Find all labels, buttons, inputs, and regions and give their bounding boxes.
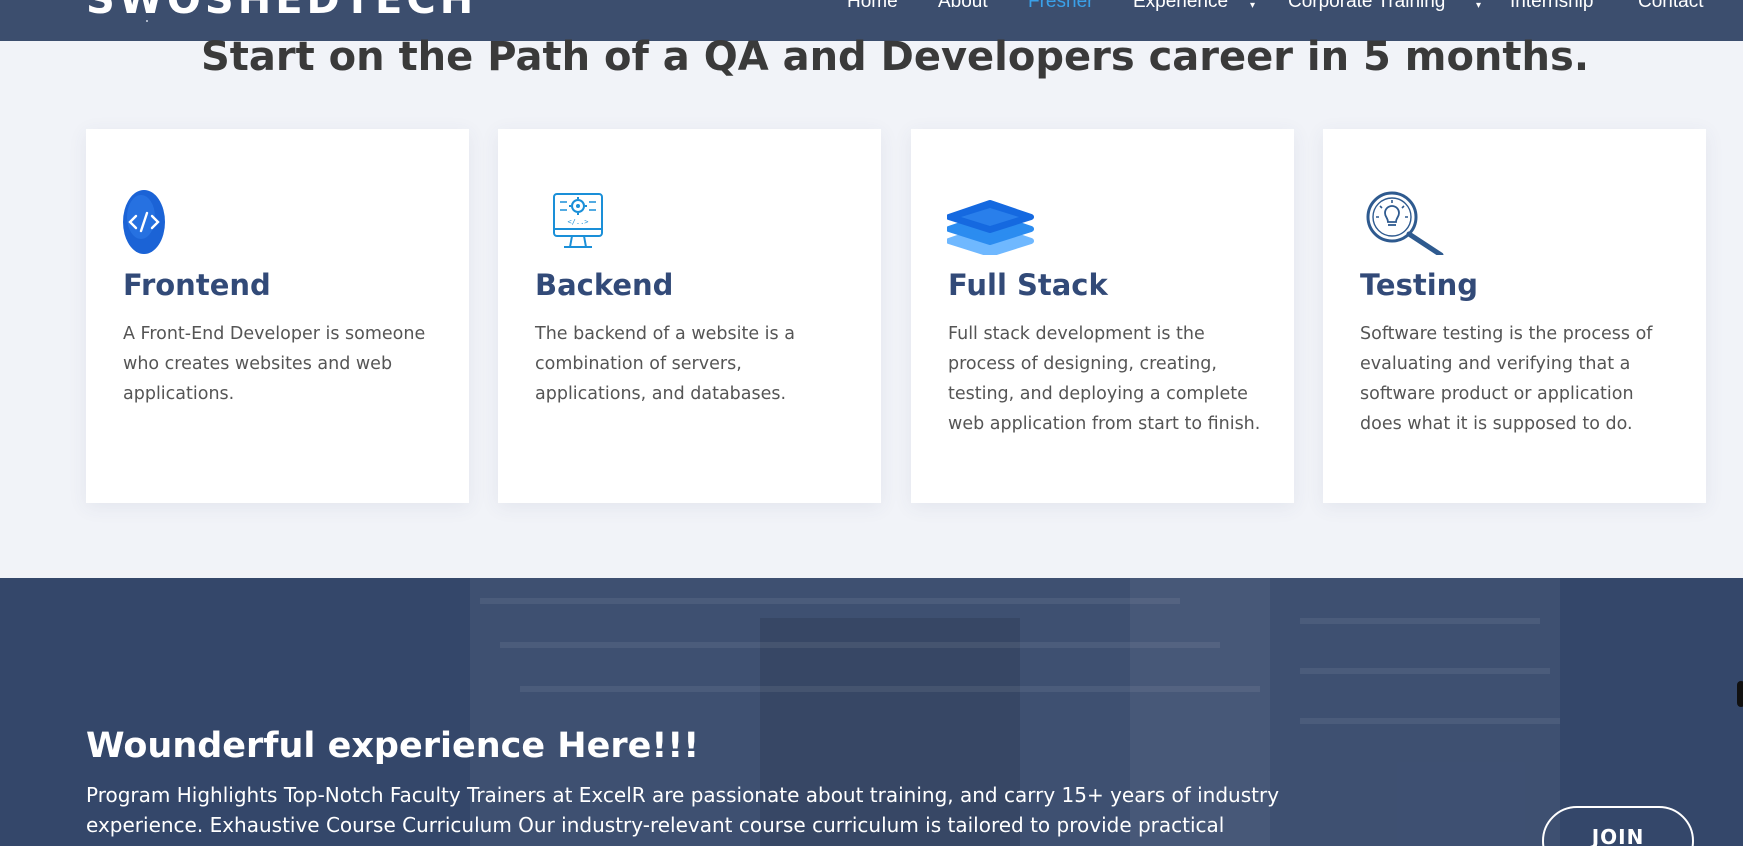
nav-item-fresher[interactable]: Fresher bbox=[1028, 0, 1093, 11]
site-logo[interactable]: SWOSHEDTECH bbox=[86, 0, 477, 20]
building-balcony-line bbox=[500, 642, 1220, 648]
card-title: Testing bbox=[1360, 268, 1479, 302]
card-description: Software testing is the process of evalu… bbox=[1360, 324, 1653, 434]
nav-item-internship[interactable]: Internship bbox=[1510, 0, 1593, 11]
card-title: Frontend bbox=[123, 268, 271, 302]
code-icon bbox=[122, 189, 212, 255]
card-description: The backend of a website is a combinatio… bbox=[535, 324, 795, 404]
course-card-frontend[interactable]: Frontend A Front-End Developer is someon… bbox=[86, 129, 469, 503]
join-button[interactable]: JOIN bbox=[1542, 806, 1694, 846]
chevron-down-icon[interactable]: ▾ bbox=[1476, 0, 1481, 11]
card-description: A Front-End Developer is someone who cre… bbox=[123, 324, 426, 404]
experience-banner: Wounderful experience Here!!! Program Hi… bbox=[0, 578, 1743, 846]
card-title: Backend bbox=[535, 268, 674, 302]
course-card-backend[interactable]: </..> Backend The backend of a website i… bbox=[498, 129, 881, 503]
svg-text:</..>: </..> bbox=[567, 218, 588, 226]
building-balcony-line bbox=[1300, 718, 1560, 724]
monitor-gear-icon: </..> bbox=[534, 189, 624, 255]
side-scroll-tab[interactable] bbox=[1737, 681, 1743, 707]
chevron-down-icon[interactable]: ▾ bbox=[1250, 0, 1255, 11]
banner-description: Program Highlights Top-Notch Faculty Tra… bbox=[86, 783, 1280, 846]
card-description: Full stack development is the process of… bbox=[948, 324, 1261, 434]
building-balcony-line bbox=[520, 686, 1260, 692]
logo-dot bbox=[146, 20, 148, 22]
building-balcony-line bbox=[480, 598, 1180, 604]
nav-item-experience[interactable]: Experience bbox=[1133, 0, 1228, 11]
building-balcony-line bbox=[1300, 618, 1540, 624]
nav-item-about[interactable]: About bbox=[938, 0, 988, 11]
course-card-full-stack[interactable]: Full Stack Full stack development is the… bbox=[911, 129, 1294, 503]
nav-item-corporate-training[interactable]: Corporate Training bbox=[1288, 0, 1445, 11]
course-card-testing[interactable]: Testing Software testing is the process … bbox=[1323, 129, 1706, 503]
nav-item-home[interactable]: Home bbox=[847, 0, 898, 11]
banner-title: Wounderful experience Here!!! bbox=[86, 726, 700, 766]
building-balcony-line bbox=[1300, 668, 1550, 674]
layers-icon bbox=[946, 189, 1037, 257]
nav-item-contact[interactable]: Contact bbox=[1638, 0, 1703, 11]
section-headline: Start on the Path of a QA and Developers… bbox=[200, 34, 1590, 80]
search-bulb-icon bbox=[1359, 189, 1449, 258]
card-title: Full Stack bbox=[948, 268, 1108, 302]
